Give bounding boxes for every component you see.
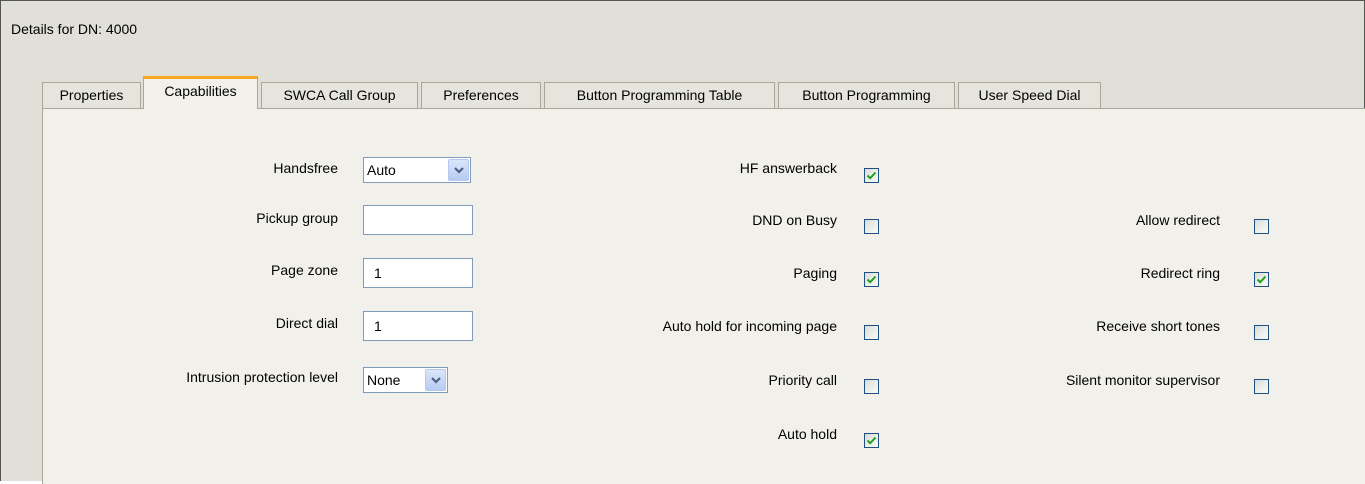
direct-dial-label: Direct dial bbox=[275, 315, 338, 331]
paging-label: Paging bbox=[793, 265, 837, 281]
handsfree-label: Handsfree bbox=[273, 160, 338, 176]
chevron-down-icon[interactable] bbox=[448, 159, 469, 181]
check-icon bbox=[866, 171, 877, 180]
page-zone-label: Page zone bbox=[271, 262, 338, 278]
tab-preferences[interactable]: Preferences bbox=[421, 82, 541, 108]
pickup-group-label: Pickup group bbox=[256, 210, 338, 226]
auto-hold-checkbox[interactable] bbox=[864, 433, 879, 448]
check-icon bbox=[866, 275, 877, 284]
receive-short-tones-checkbox[interactable] bbox=[1254, 325, 1269, 340]
allow-redirect-label: Allow redirect bbox=[1135, 212, 1220, 228]
intrusion-protection-select[interactable]: None bbox=[363, 367, 448, 393]
handsfree-select[interactable]: Auto bbox=[363, 157, 471, 183]
capabilities-panel: Handsfree Pickup group Page zone Direct … bbox=[42, 108, 1365, 484]
allow-redirect-checkbox[interactable] bbox=[1254, 219, 1269, 234]
redirect-ring-label: Redirect ring bbox=[1140, 265, 1220, 281]
check-icon bbox=[866, 436, 877, 445]
intrusion-protection-label: Intrusion protection level bbox=[186, 369, 338, 385]
redirect-ring-checkbox[interactable] bbox=[1254, 272, 1269, 287]
dnd-on-busy-checkbox[interactable] bbox=[864, 219, 879, 234]
intrusion-protection-value: None bbox=[367, 372, 401, 388]
tab-button-programming[interactable]: Button Programming bbox=[778, 82, 955, 108]
priority-call-label: Priority call bbox=[768, 372, 837, 388]
receive-short-tones-label: Receive short tones bbox=[1096, 318, 1220, 334]
direct-dial-input[interactable]: 1 bbox=[363, 311, 473, 341]
tab-properties[interactable]: Properties bbox=[42, 82, 141, 108]
tab-user-speed-dial[interactable]: User Speed Dial bbox=[958, 82, 1101, 108]
details-window: Details for DN: 4000 Properties Capabili… bbox=[0, 0, 1365, 484]
priority-call-checkbox[interactable] bbox=[864, 379, 879, 394]
handsfree-value: Auto bbox=[367, 162, 396, 178]
dnd-on-busy-label: DND on Busy bbox=[752, 212, 837, 228]
auto-hold-incoming-page-checkbox[interactable] bbox=[864, 325, 879, 340]
hf-answerback-checkbox[interactable] bbox=[864, 168, 879, 183]
silent-monitor-supervisor-label: Silent monitor supervisor bbox=[1065, 372, 1220, 388]
check-icon bbox=[1256, 275, 1267, 284]
auto-hold-incoming-page-label: Auto hold for incoming page bbox=[662, 318, 837, 334]
chevron-down-icon[interactable] bbox=[425, 369, 446, 391]
tab-swca-call-group[interactable]: SWCA Call Group bbox=[261, 82, 418, 108]
hf-answerback-label: HF answerback bbox=[739, 160, 837, 176]
silent-monitor-supervisor-checkbox[interactable] bbox=[1254, 379, 1269, 394]
pickup-group-input[interactable] bbox=[363, 205, 473, 235]
paging-checkbox[interactable] bbox=[864, 272, 879, 287]
page-zone-input[interactable]: 1 bbox=[363, 258, 473, 288]
tab-capabilities[interactable]: Capabilities bbox=[143, 76, 258, 109]
auto-hold-label: Auto hold bbox=[777, 426, 837, 442]
details-title: Details for DN: 4000 bbox=[11, 21, 138, 37]
tab-button-programming-table[interactable]: Button Programming Table bbox=[544, 82, 775, 108]
